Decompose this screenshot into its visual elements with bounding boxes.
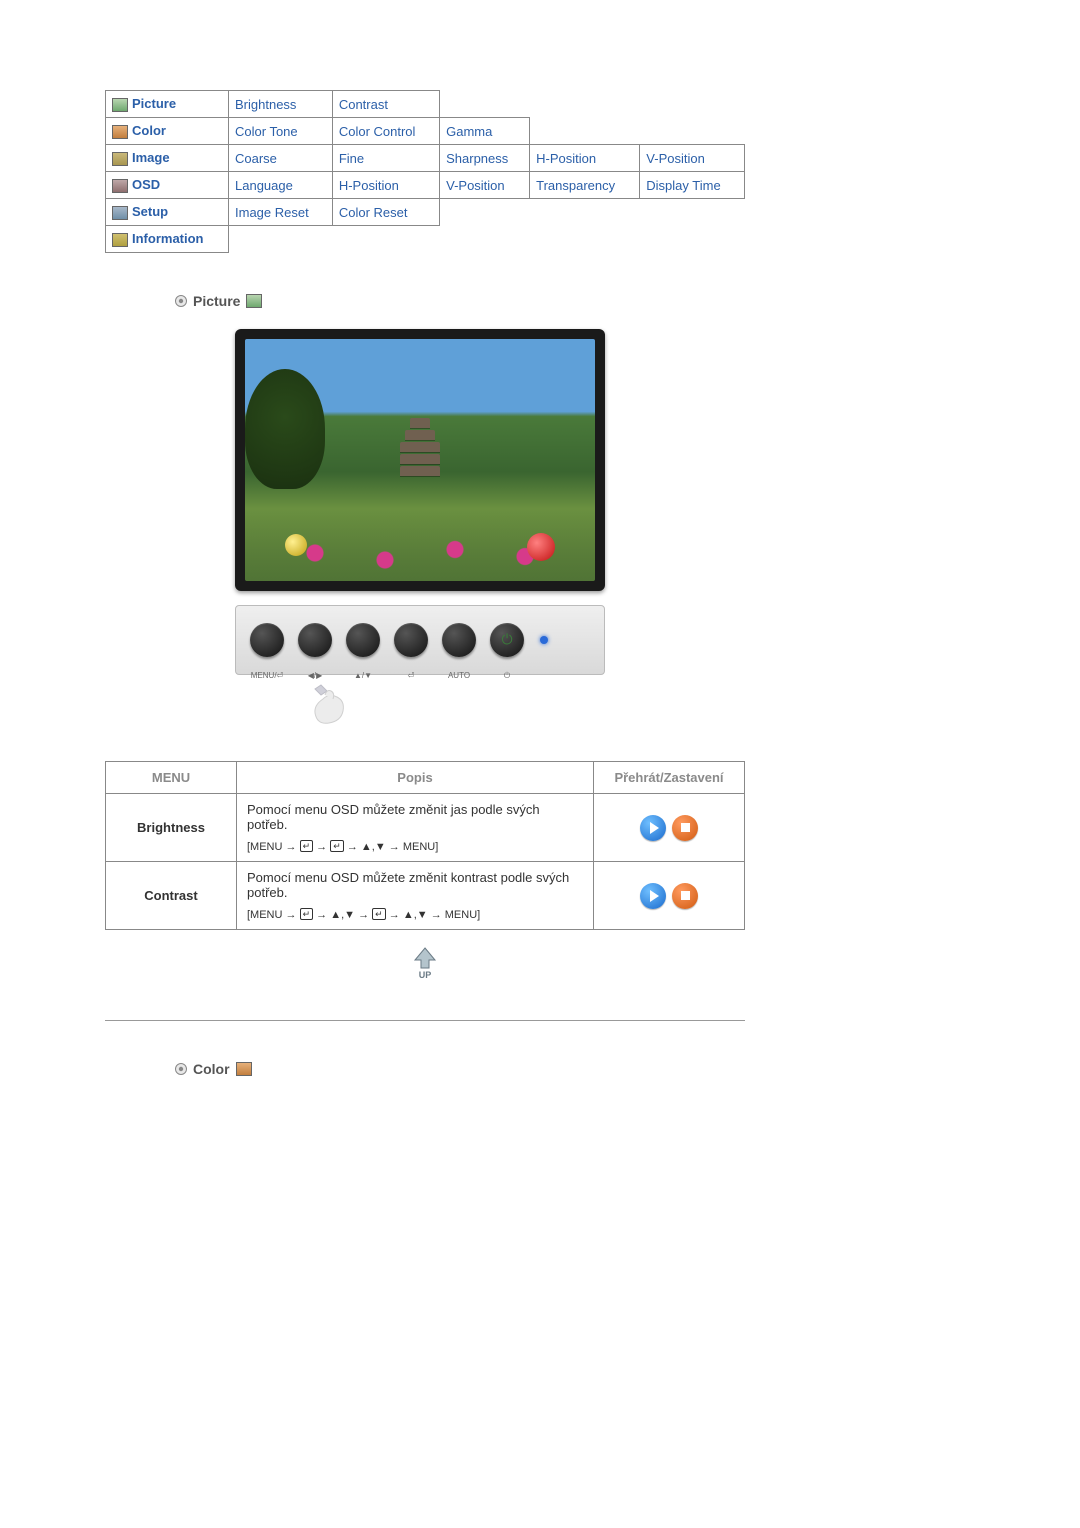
- menu-sub-link[interactable]: Display Time: [646, 178, 720, 193]
- menu-category-color[interactable]: Color: [106, 118, 229, 145]
- play-icon[interactable]: [640, 883, 666, 909]
- hw-button-0[interactable]: MENU/⏎: [250, 623, 284, 657]
- desc-row-label: Contrast: [106, 862, 237, 930]
- section-heading-color: Color: [175, 1061, 745, 1077]
- image-icon: [112, 152, 128, 166]
- section-title: Picture: [193, 293, 240, 309]
- hw-button-2[interactable]: ▲/▼: [346, 623, 380, 657]
- hw-button-label: ⏎: [408, 671, 415, 680]
- picture-description-table: MENU Popis Přehrát/Zastavení BrightnessP…: [105, 761, 745, 930]
- menu-sub-link[interactable]: Gamma: [446, 124, 492, 139]
- stop-icon[interactable]: [672, 815, 698, 841]
- menu-sub-link[interactable]: V-Position: [446, 178, 505, 193]
- menu-sub-link[interactable]: Transparency: [536, 178, 615, 193]
- menu-sub-link[interactable]: Color Reset: [339, 205, 408, 220]
- col-header-menu: MENU: [106, 762, 237, 794]
- col-header-desc: Popis: [237, 762, 594, 794]
- menu-sub-link[interactable]: Contrast: [339, 97, 388, 112]
- menu-category-link-information[interactable]: Information: [132, 231, 204, 246]
- menu-category-link-osd[interactable]: OSD: [132, 177, 160, 192]
- picture-icon: [112, 98, 128, 112]
- menu-sub-link[interactable]: Color Tone: [235, 124, 298, 139]
- menu-category-link-image[interactable]: Image: [132, 150, 170, 165]
- monitor-preview: [235, 329, 605, 591]
- menu-sub-link[interactable]: Coarse: [235, 151, 277, 166]
- desc-row-text: Pomocí menu OSD můžete změnit jas podle …: [237, 794, 594, 862]
- power-led-icon: [540, 636, 548, 644]
- press-hint-icon: [295, 681, 355, 731]
- desc-row-text: Pomocí menu OSD můžete změnit kontrast p…: [237, 862, 594, 930]
- hw-button-5[interactable]: ⏻: [490, 623, 524, 657]
- osd-icon: [112, 179, 128, 193]
- menu-sub-link[interactable]: Brightness: [235, 97, 296, 112]
- setup-icon: [112, 206, 128, 220]
- osd-menu-map: Picture Brightness Contrast Color Color Tone…: [105, 90, 745, 253]
- menu-category-information[interactable]: Information: [106, 226, 229, 253]
- menu-sub-link[interactable]: H-Position: [339, 178, 399, 193]
- menu-sub-link[interactable]: V-Position: [646, 151, 705, 166]
- hw-button-4[interactable]: AUTO: [442, 623, 476, 657]
- menu-sub-link[interactable]: Sharpness: [446, 151, 508, 166]
- menu-category-image[interactable]: Image: [106, 145, 229, 172]
- hardware-button-panel: MENU/⏎ ◀/▶ ▲/▼ ⏎ AUTO ⏻: [235, 605, 605, 675]
- play-icon[interactable]: [640, 815, 666, 841]
- stop-icon[interactable]: [672, 883, 698, 909]
- information-icon: [112, 233, 128, 247]
- menu-sub-link[interactable]: H-Position: [536, 151, 596, 166]
- svg-text:UP: UP: [419, 970, 432, 980]
- hw-button-label: ▲/▼: [354, 671, 372, 680]
- menu-category-link-color[interactable]: Color: [132, 123, 166, 138]
- picture-icon: [246, 294, 262, 308]
- hw-button-label: AUTO: [448, 671, 470, 680]
- menu-category-picture[interactable]: Picture: [106, 91, 229, 118]
- monitor-screen-image: [245, 339, 595, 581]
- bullet-icon: [175, 295, 187, 307]
- menu-category-osd[interactable]: OSD: [106, 172, 229, 199]
- menu-sub-link[interactable]: Fine: [339, 151, 364, 166]
- section-title: Color: [193, 1061, 230, 1077]
- menu-sub-link[interactable]: Language: [235, 178, 293, 193]
- desc-row-controls: [594, 794, 745, 862]
- menu-sub-link[interactable]: Image Reset: [235, 205, 309, 220]
- menu-category-setup[interactable]: Setup: [106, 199, 229, 226]
- bullet-icon: [175, 1063, 187, 1075]
- color-icon: [236, 1062, 252, 1076]
- back-to-top-link[interactable]: UP: [405, 946, 445, 980]
- color-icon: [112, 125, 128, 139]
- section-heading-picture: Picture: [175, 293, 745, 309]
- hw-button-label: ◀/▶: [308, 671, 323, 680]
- menu-sub-link[interactable]: Color Control: [339, 124, 416, 139]
- hw-button-label: MENU/⏎: [251, 671, 283, 680]
- col-header-play: Přehrát/Zastavení: [594, 762, 745, 794]
- menu-category-link-setup[interactable]: Setup: [132, 204, 168, 219]
- desc-row-sequence: [MENU → ↵ → ▲,▼ → ↵ → ▲,▼ → MENU]: [247, 908, 583, 921]
- desc-row-controls: [594, 862, 745, 930]
- section-divider: [105, 1020, 745, 1021]
- hw-button-3[interactable]: ⏎: [394, 623, 428, 657]
- desc-row-label: Brightness: [106, 794, 237, 862]
- menu-category-link-picture[interactable]: Picture: [132, 96, 176, 111]
- desc-row-sequence: [MENU → ↵ → ↵ → ▲,▼ → MENU]: [247, 840, 583, 853]
- hw-button-1[interactable]: ◀/▶: [298, 623, 332, 657]
- hw-button-label: ⏻: [504, 671, 510, 681]
